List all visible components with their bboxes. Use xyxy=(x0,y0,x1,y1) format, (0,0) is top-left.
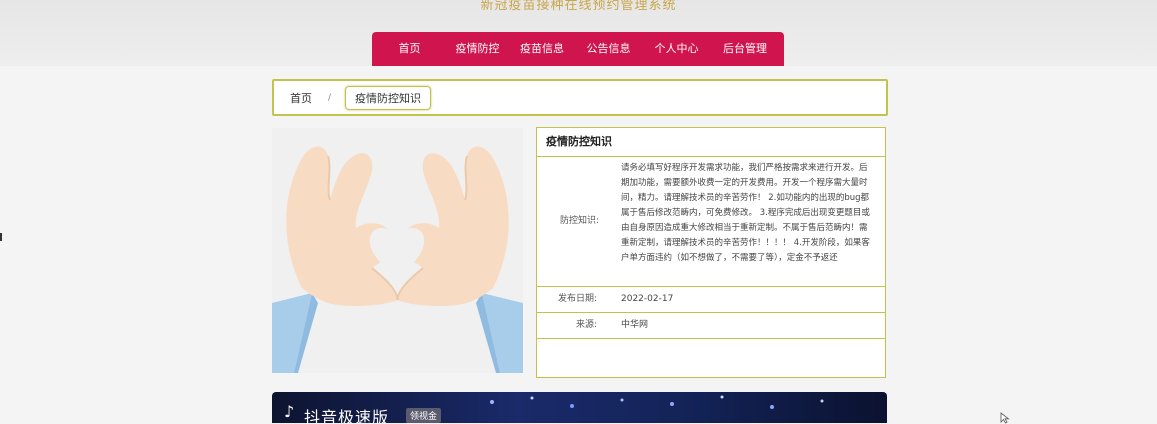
article-detail-table: 疫情防控知识 防控知识: 请务必填写好程序开发需求功能，我们严格按需求来进行开发… xyxy=(536,127,886,378)
heart-hands-illustration xyxy=(272,128,523,373)
content-row: 防控知识: 请务必填写好程序开发需求功能，我们严格按需求来进行开发。后期加功能，… xyxy=(537,157,885,287)
breadcrumb-home-link[interactable]: 首页 xyxy=(290,90,312,106)
date-label: 发布日期: xyxy=(557,294,597,304)
source-label: 来源: xyxy=(575,320,597,330)
source-value: 中华网 xyxy=(621,320,649,330)
breadcrumb-separator: / xyxy=(328,92,332,103)
nav-item-vaccine-info[interactable]: 疫苗信息 xyxy=(508,32,576,66)
video-banner[interactable]: ♪ 抖音极速版 领视金 xyxy=(272,392,887,423)
date-row: 发布日期: 2022-02-17 xyxy=(537,287,885,313)
content-text: 请务必填写好程序开发需求功能，我们严格按需求来进行开发。后期加功能，需要额外收费… xyxy=(621,163,870,263)
mouse-cursor-icon xyxy=(1000,412,1010,424)
article-title: 疫情防控知识 xyxy=(537,128,885,157)
banner-badge: 领视金 xyxy=(406,408,442,423)
nav-item-admin[interactable]: 后台管理 xyxy=(712,32,778,66)
nav-item-announcements[interactable]: 公告信息 xyxy=(576,32,641,66)
nav-item-epidemic-control[interactable]: 疫情防控 xyxy=(447,32,508,66)
date-value: 2022-02-17 xyxy=(621,294,674,304)
nav-item-home[interactable]: 首页 xyxy=(372,32,447,66)
breadcrumb: 首页 / 疫情防控知识 xyxy=(272,79,888,116)
header: 新冠疫苗接种在线预约管理系统 首页 疫情防控 疫苗信息 公告信息 个人中心 后台… xyxy=(0,0,1157,66)
music-note-icon: ♪ xyxy=(284,402,295,421)
source-row: 来源: 中华网 xyxy=(537,313,885,339)
left-edge-marker xyxy=(0,233,2,241)
article-image xyxy=(272,128,523,373)
breadcrumb-current: 疫情防控知识 xyxy=(345,85,432,110)
content-label: 防控知识: xyxy=(559,216,599,226)
banner-text: 抖音极速版 xyxy=(304,408,390,423)
main-nav: 首页 疫情防控 疫苗信息 公告信息 个人中心 后台管理 xyxy=(372,32,784,66)
site-title: 新冠疫苗接种在线预约管理系统 xyxy=(480,0,677,13)
nav-item-personal-center[interactable]: 个人中心 xyxy=(641,32,712,66)
